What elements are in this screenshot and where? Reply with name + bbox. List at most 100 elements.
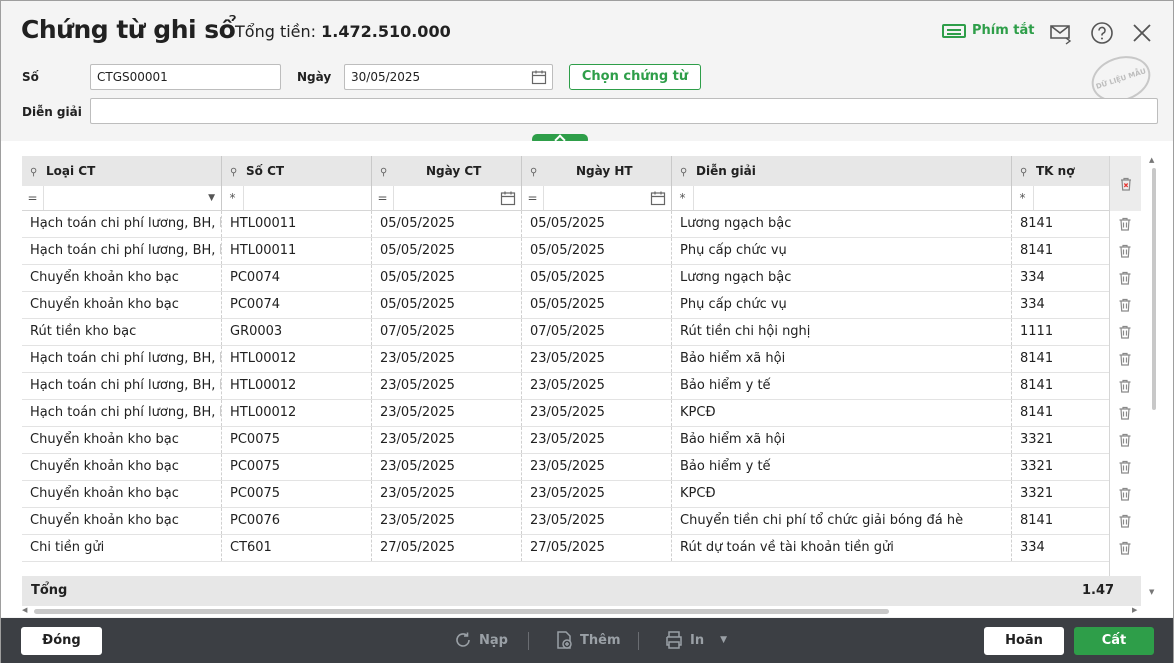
- chevron-down-icon[interactable]: ▼: [208, 186, 215, 210]
- filter-dien-giai[interactable]: *: [672, 186, 1012, 210]
- filter-operator[interactable]: *: [222, 186, 244, 210]
- cell-ngay-ct[interactable]: 23/05/2025: [372, 346, 522, 372]
- delete-row-icon[interactable]: [1117, 513, 1133, 529]
- pin-icon[interactable]: ⚲: [680, 158, 690, 178]
- cell-ngay-ht[interactable]: 23/05/2025: [522, 427, 672, 453]
- table-row[interactable]: Hạch toán chi phí lương, BH, KPCĐHTL0001…: [22, 400, 1109, 427]
- table-row[interactable]: Rút tiền kho bạc GR0003 07/05/2025 07/05/20…: [22, 319, 1109, 346]
- cell-so-ct[interactable]: PC0074: [222, 292, 372, 318]
- table-row[interactable]: Chi tiền gửi CT601 27/05/2025 27/05/2025 Rút…: [22, 535, 1109, 562]
- scroll-left-icon[interactable]: ◀: [22, 606, 27, 614]
- cell-ngay-ht[interactable]: 23/05/2025: [522, 346, 672, 372]
- cell-so-ct[interactable]: HTL00011: [222, 211, 372, 237]
- table-row[interactable]: Hạch toán chi phí lương, BH, KPCĐHTL0001…: [22, 238, 1109, 265]
- cell-loai-ct[interactable]: Hạch toán chi phí lương, BH, KPCĐ: [22, 346, 222, 372]
- cell-dien-giai[interactable]: Bảo hiểm xã hội: [672, 346, 1012, 372]
- filter-ngay-ht[interactable]: =: [522, 186, 672, 210]
- cell-dien-giai[interactable]: KPCĐ: [672, 481, 1012, 507]
- delete-row-icon[interactable]: [1117, 324, 1133, 340]
- cell-so-ct[interactable]: HTL00012: [222, 400, 372, 426]
- cell-ngay-ct[interactable]: 07/05/2025: [372, 319, 522, 345]
- cell-loai-ct[interactable]: Chuyển khoản kho bạc: [22, 454, 222, 480]
- cell-tk-no[interactable]: 8141: [1012, 211, 1109, 237]
- cell-tk-no[interactable]: 8141: [1012, 346, 1109, 372]
- delete-row-icon[interactable]: [1117, 432, 1133, 448]
- cell-ngay-ht[interactable]: 05/05/2025: [522, 238, 672, 264]
- cell-tk-no[interactable]: 8141: [1012, 400, 1109, 426]
- cell-dien-giai[interactable]: Rút dự toán về tài khoản tiền gửi: [672, 535, 1012, 561]
- cell-so-ct[interactable]: CT601: [222, 535, 372, 561]
- delete-all-icon[interactable]: [1118, 176, 1134, 192]
- table-row[interactable]: Chuyển khoản kho bạc PC0075 23/05/2025 23/0…: [22, 481, 1109, 508]
- cell-loai-ct[interactable]: Chuyển khoản kho bạc: [22, 427, 222, 453]
- delete-row-icon[interactable]: [1117, 216, 1133, 232]
- cell-ngay-ht[interactable]: 05/05/2025: [522, 265, 672, 291]
- reload-button[interactable]: Nạp: [453, 630, 508, 650]
- cell-tk-no[interactable]: 3321: [1012, 481, 1109, 507]
- calendar-icon[interactable]: [650, 190, 666, 206]
- filter-operator[interactable]: =: [522, 186, 544, 210]
- dien-giai-input[interactable]: [90, 98, 1158, 124]
- scroll-right-icon[interactable]: ▶: [1132, 606, 1137, 614]
- column-header-loai-ct[interactable]: ⚲ Loại CT: [22, 156, 222, 186]
- table-row[interactable]: Chuyển khoản kho bạc PC0074 05/05/2025 05/0…: [22, 265, 1109, 292]
- column-header-tk-no[interactable]: ⚲ TK nợ: [1012, 156, 1109, 186]
- cell-tk-no[interactable]: 334: [1012, 292, 1109, 318]
- delete-row-icon[interactable]: [1117, 540, 1133, 556]
- column-header-ngay-ht[interactable]: ⚲ Ngày HT: [522, 156, 672, 186]
- cell-loai-ct[interactable]: Chi tiền gửi: [22, 535, 222, 561]
- print-button[interactable]: In ▼: [664, 630, 727, 650]
- cell-ngay-ct[interactable]: 05/05/2025: [372, 211, 522, 237]
- cell-ngay-ct[interactable]: 23/05/2025: [372, 481, 522, 507]
- vertical-scroll-thumb[interactable]: [1152, 168, 1156, 410]
- table-row[interactable]: Chuyển khoản kho bạc PC0075 23/05/2025 23/0…: [22, 454, 1109, 481]
- filter-operator[interactable]: =: [372, 186, 394, 210]
- cell-tk-no[interactable]: 334: [1012, 265, 1109, 291]
- so-input[interactable]: CTGS00001: [90, 64, 281, 90]
- cell-loai-ct[interactable]: Hạch toán chi phí lương, BH, KPCĐ: [22, 400, 222, 426]
- cell-ngay-ct[interactable]: 23/05/2025: [372, 508, 522, 534]
- ngay-input[interactable]: 30/05/2025: [344, 64, 553, 90]
- cell-ngay-ht[interactable]: 23/05/2025: [522, 508, 672, 534]
- scroll-up-icon[interactable]: ▲: [1149, 156, 1154, 164]
- pin-icon[interactable]: ⚲: [230, 158, 240, 178]
- pin-icon[interactable]: ⚲: [30, 158, 40, 178]
- cell-ngay-ct[interactable]: 05/05/2025: [372, 292, 522, 318]
- cell-dien-giai[interactable]: KPCĐ: [672, 400, 1012, 426]
- cell-ngay-ct[interactable]: 23/05/2025: [372, 427, 522, 453]
- filter-so-ct[interactable]: *: [222, 186, 372, 210]
- help-icon[interactable]: [1090, 21, 1114, 45]
- calendar-icon[interactable]: [500, 190, 516, 206]
- cell-tk-no[interactable]: 3321: [1012, 427, 1109, 453]
- cell-loai-ct[interactable]: Hạch toán chi phí lương, BH, KPCĐ: [22, 238, 222, 264]
- filter-ngay-ct[interactable]: =: [372, 186, 522, 210]
- table-row[interactable]: Chuyển khoản kho bạc PC0076 23/05/2025 23/0…: [22, 508, 1109, 535]
- pin-icon[interactable]: ⚲: [380, 158, 390, 178]
- cell-ngay-ht[interactable]: 05/05/2025: [522, 292, 672, 318]
- cell-so-ct[interactable]: HTL00011: [222, 238, 372, 264]
- column-header-dien-giai[interactable]: ⚲ Diễn giải: [672, 156, 1012, 186]
- cell-loai-ct[interactable]: Chuyển khoản kho bạc: [22, 508, 222, 534]
- table-row[interactable]: Hạch toán chi phí lương, BH, KPCĐHTL0001…: [22, 373, 1109, 400]
- cell-ngay-ht[interactable]: 27/05/2025: [522, 535, 672, 561]
- filter-operator[interactable]: *: [672, 186, 694, 210]
- cell-so-ct[interactable]: PC0075: [222, 427, 372, 453]
- cell-ngay-ht[interactable]: 23/05/2025: [522, 481, 672, 507]
- cell-ngay-ht[interactable]: 07/05/2025: [522, 319, 672, 345]
- delete-row-icon[interactable]: [1117, 486, 1133, 502]
- filter-operator[interactable]: *: [1012, 186, 1034, 210]
- cell-dien-giai[interactable]: Phụ cấp chức vụ: [672, 238, 1012, 264]
- scroll-down-icon[interactable]: ▼: [1149, 588, 1154, 596]
- cell-dien-giai[interactable]: Phụ cấp chức vụ: [672, 292, 1012, 318]
- cell-ngay-ct[interactable]: 27/05/2025: [372, 535, 522, 561]
- cell-dien-giai[interactable]: Chuyển tiền chi phí tổ chức giải bóng đá…: [672, 508, 1012, 534]
- delete-row-icon[interactable]: [1117, 351, 1133, 367]
- cell-so-ct[interactable]: HTL00012: [222, 373, 372, 399]
- feedback-mail-icon[interactable]: [1049, 21, 1073, 45]
- table-row[interactable]: Hạch toán chi phí lương, BH, KPCĐHTL0001…: [22, 211, 1109, 238]
- cell-loai-ct[interactable]: Chuyển khoản kho bạc: [22, 481, 222, 507]
- cell-dien-giai[interactable]: Bảo hiểm y tế: [672, 373, 1012, 399]
- chevron-down-icon[interactable]: ▼: [720, 635, 727, 645]
- delete-row-icon[interactable]: [1117, 459, 1133, 475]
- cell-ngay-ct[interactable]: 23/05/2025: [372, 373, 522, 399]
